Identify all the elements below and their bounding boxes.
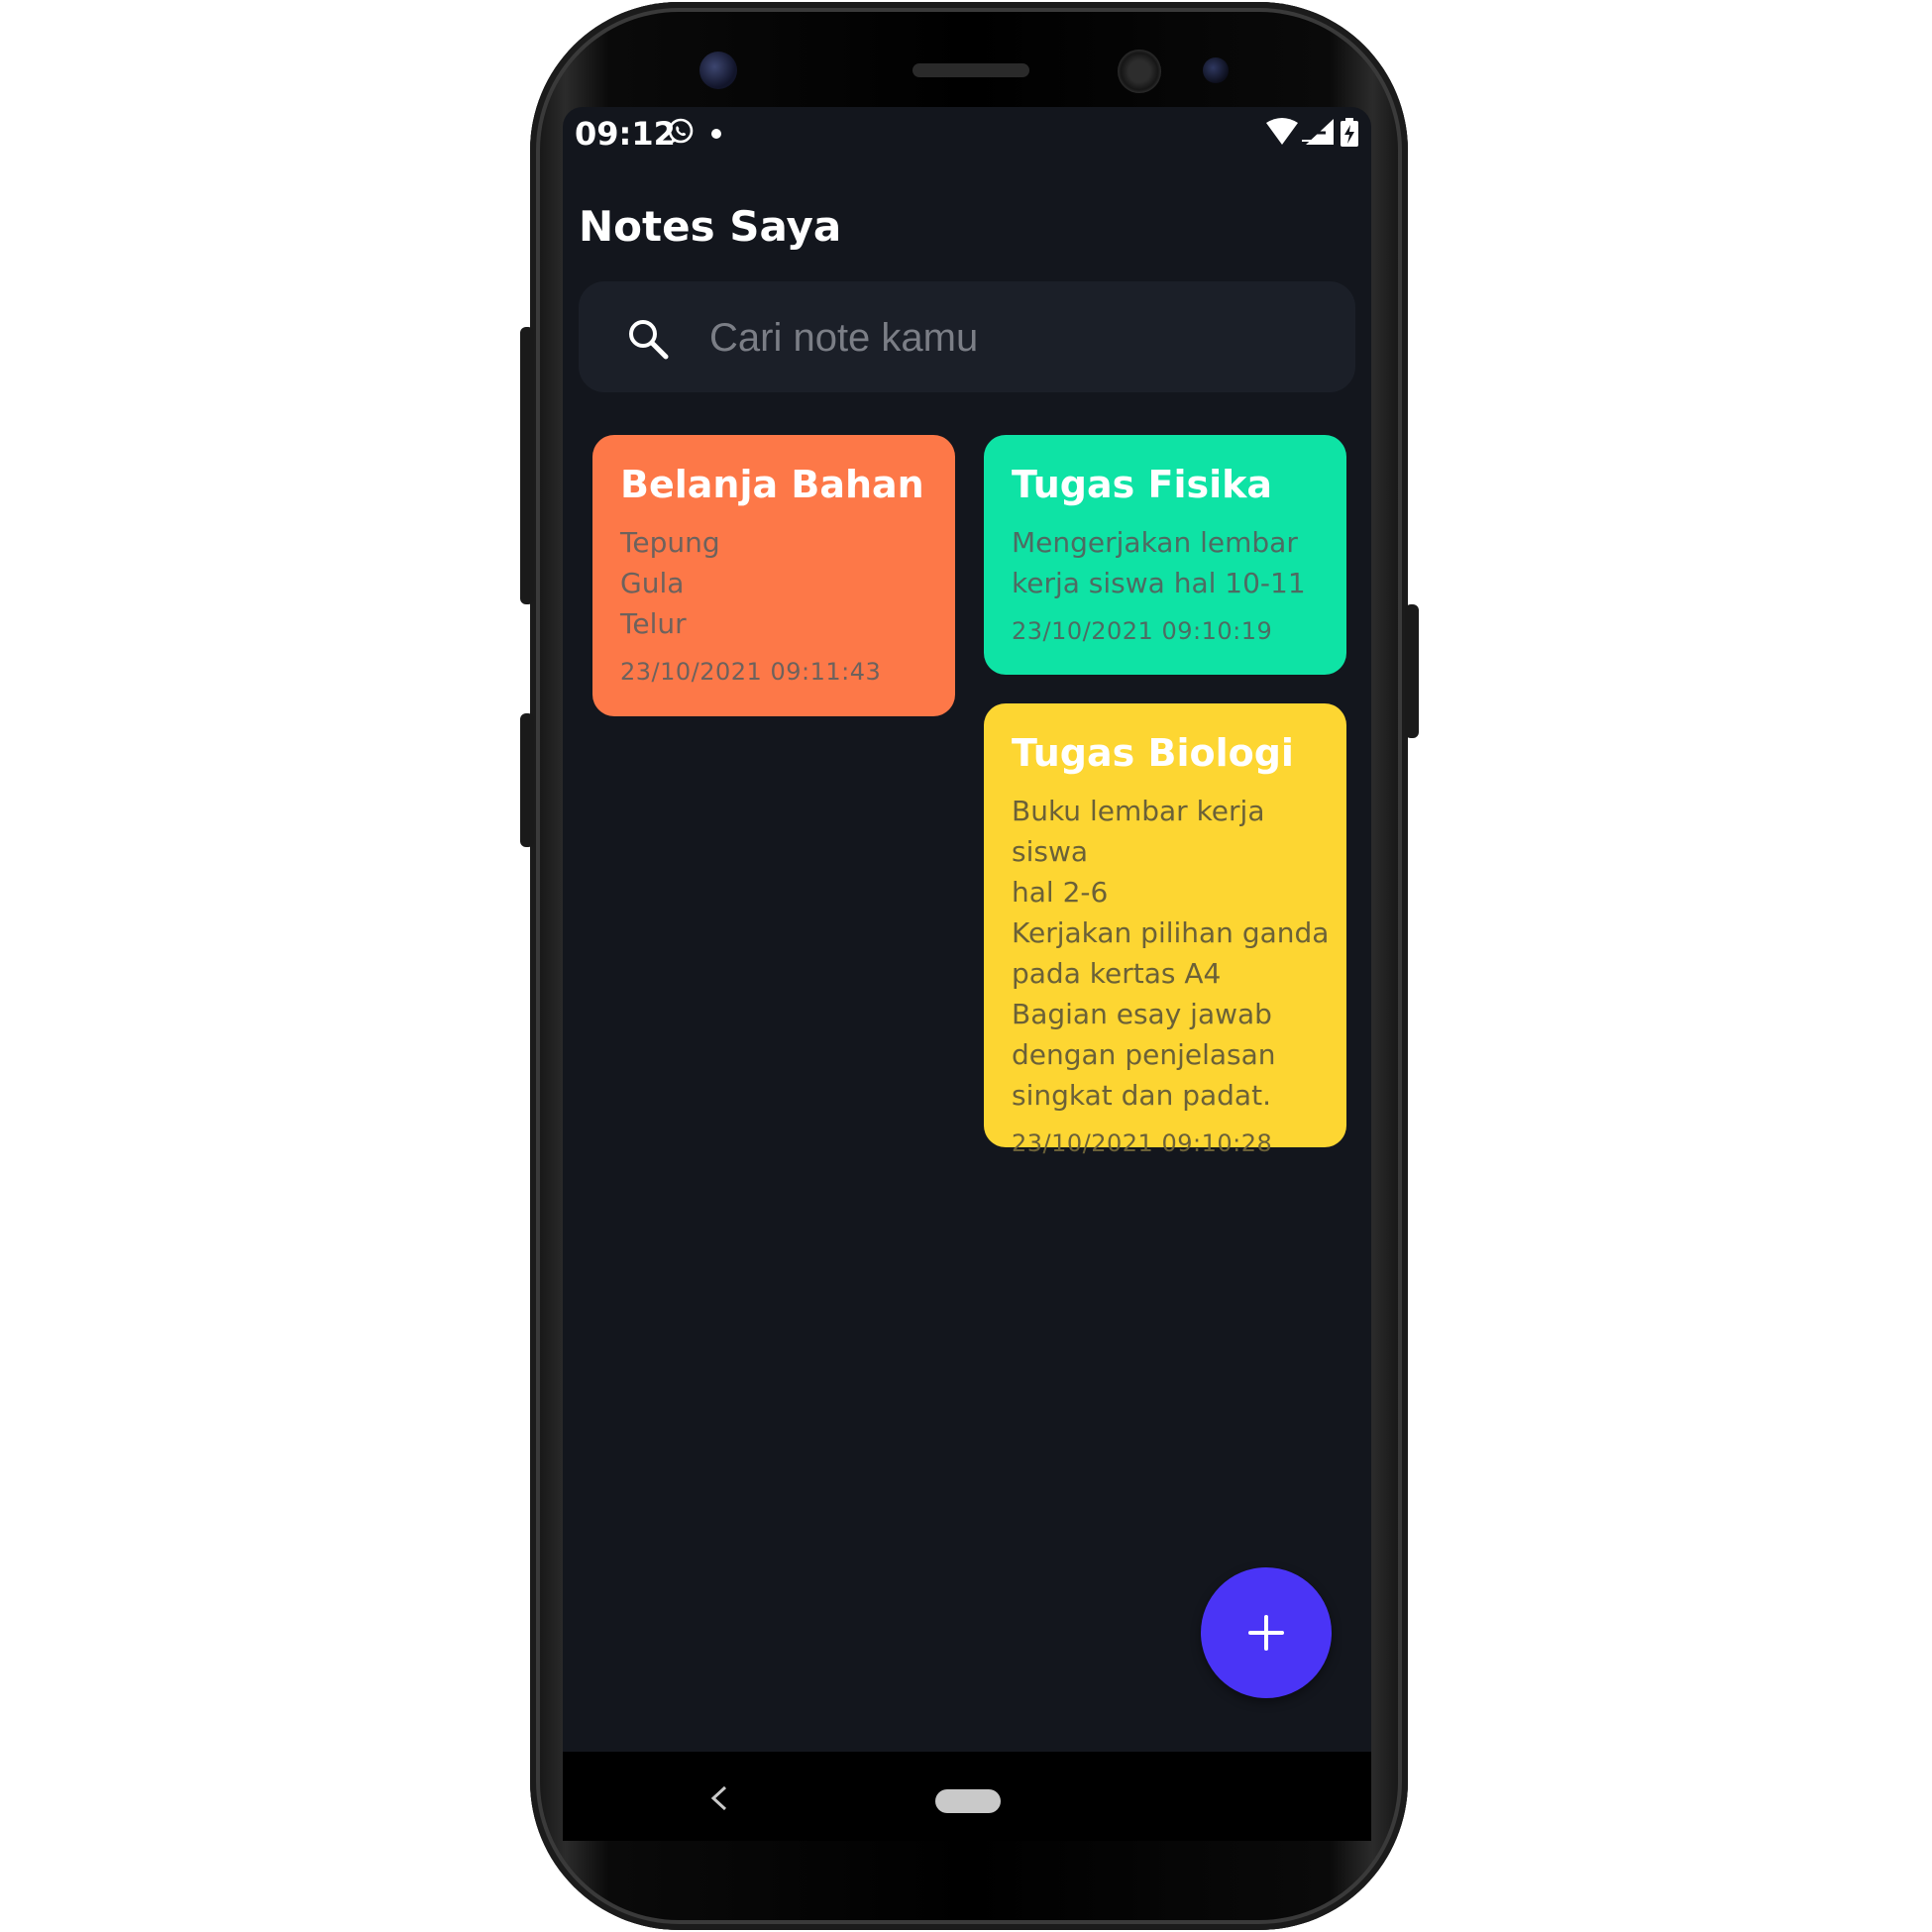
- note-body: Buku lembar kerja siswa hal 2-6 Kerjakan…: [1012, 795, 1330, 1112]
- search-input[interactable]: [707, 307, 1326, 369]
- search-bar[interactable]: [579, 281, 1355, 392]
- page-title: Notes Saya: [579, 202, 842, 251]
- plus-icon: [1248, 1615, 1284, 1651]
- note-card[interactable]: Tugas Biologi Buku lembar kerja siswa ha…: [984, 703, 1346, 1157]
- note-title: Belanja Bahan: [620, 463, 924, 506]
- earpiece-speaker: [912, 63, 1029, 77]
- note-title: Tugas Biologi: [1012, 731, 1294, 775]
- note-date: 23/10/2021 09:10:19: [1012, 617, 1273, 645]
- whatsapp-icon: [668, 118, 694, 144]
- home-pill-icon[interactable]: [935, 1789, 1001, 1813]
- search-icon: [629, 320, 669, 360]
- add-note-button[interactable]: [1201, 1567, 1332, 1698]
- proximity-sensor-icon: [1203, 57, 1229, 83]
- volume-button: [520, 327, 534, 604]
- system-status-icons: [1266, 118, 1358, 147]
- note-body: Mengerjakan lembar kerja siswa hal 10-11: [1012, 526, 1306, 599]
- note-body: Tepung Gula Telur: [620, 526, 720, 640]
- note-date: 23/10/2021 09:10:28: [1012, 1129, 1273, 1157]
- note-card[interactable]: Tugas Fisika Mengerjakan lembar kerja si…: [984, 435, 1346, 675]
- power-button: [1405, 604, 1419, 738]
- note-date: 23/10/2021 09:11:43: [620, 658, 882, 686]
- note-title: Tugas Fisika: [1012, 463, 1273, 506]
- navigation-bar: [563, 1752, 1371, 1841]
- back-chevron-icon[interactable]: [707, 1783, 731, 1813]
- status-bar: 09:12: [563, 107, 1371, 162]
- bixby-button: [520, 713, 534, 847]
- battery-charging-icon: [1341, 118, 1358, 147]
- notification-dot-icon: [711, 129, 721, 139]
- signal-icon: [1302, 119, 1334, 145]
- wifi-icon: [1266, 118, 1298, 145]
- note-card[interactable]: Belanja Bahan Tepung Gula Telur 23/10/20…: [592, 435, 955, 716]
- app-screen: 09:12 Notes Saya Cari note kamu Belanja …: [563, 107, 1371, 1752]
- sensor-icon: [699, 52, 737, 89]
- front-camera-icon: [1118, 50, 1161, 93]
- status-time: 09:12: [575, 115, 676, 153]
